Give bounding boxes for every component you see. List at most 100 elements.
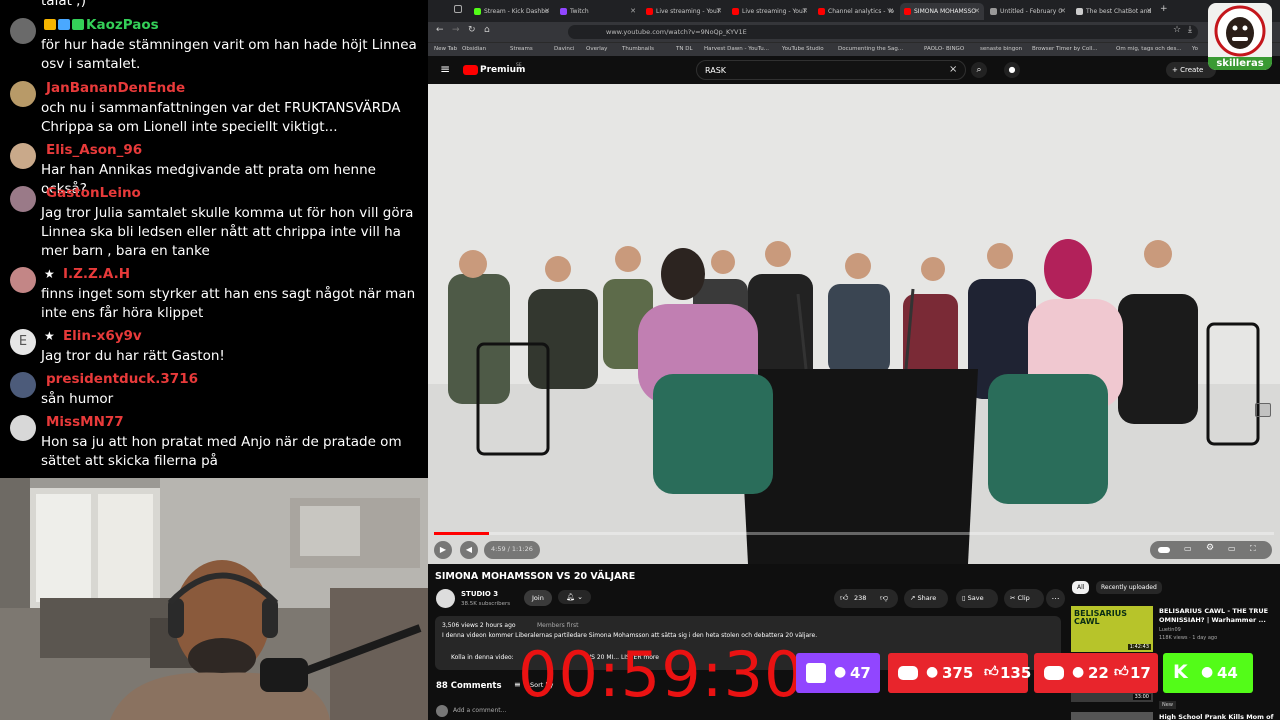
bookmark-item[interactable]: Om mig, tags och des... bbox=[1116, 46, 1182, 52]
crown-badge-icon bbox=[44, 19, 56, 30]
new-tab-icon[interactable]: + bbox=[1160, 4, 1168, 14]
close-tab-icon[interactable]: ✕ bbox=[1060, 7, 1066, 15]
save-label: Save bbox=[967, 594, 984, 602]
tab-actions-icon[interactable] bbox=[454, 5, 462, 13]
bookmark-item[interactable]: YouTube Studio bbox=[782, 46, 824, 52]
like-icon[interactable]: 👍︎ bbox=[840, 593, 848, 603]
kick-icon: K bbox=[1173, 661, 1188, 683]
chat-username-text: Elis_Ason_96 bbox=[46, 142, 143, 158]
subtitles-icon[interactable]: ▭ bbox=[1184, 544, 1192, 553]
close-tab-icon[interactable]: ✕ bbox=[802, 7, 808, 15]
youtube-logo-icon[interactable] bbox=[463, 65, 478, 75]
back-icon[interactable]: ← bbox=[436, 25, 444, 35]
browser-tab[interactable]: The best ChatBot and ✕ bbox=[1072, 3, 1156, 20]
search-box[interactable]: RASK × bbox=[696, 60, 966, 80]
channel-name[interactable]: STUDIO 3 bbox=[461, 590, 498, 598]
download-icon[interactable]: ⤓ bbox=[1188, 25, 1192, 35]
dislike-icon[interactable]: 👎︎ bbox=[880, 593, 888, 603]
viewer-pill: ● 47 bbox=[796, 653, 880, 693]
browser-tab[interactable]: SIMONA MOHAMSSO ✕ bbox=[900, 3, 984, 20]
browser-tab[interactable]: Untitled - February 0 ✕ bbox=[986, 3, 1070, 20]
clear-search-icon[interactable]: × bbox=[949, 64, 957, 75]
browser-tab[interactable]: Twitch ✕ bbox=[556, 3, 640, 20]
tab-label: The best ChatBot and bbox=[1086, 8, 1152, 15]
bookmark-item[interactable]: Thumbnails bbox=[622, 46, 654, 52]
letter-e-icon: E bbox=[10, 329, 36, 355]
browser-tab[interactable]: Live streaming - YouT ✕ bbox=[642, 3, 726, 20]
volume-icon[interactable]: ◀ bbox=[460, 541, 478, 559]
browser-tab[interactable]: Channel analytics - Yo ✕ bbox=[814, 3, 898, 20]
reload-icon[interactable]: ↻ bbox=[468, 25, 476, 35]
logo-label: skilleras bbox=[1208, 57, 1272, 70]
subscriber-count: 38.5K subscribers bbox=[461, 601, 511, 607]
filter-chip-recent[interactable]: Recently uploaded bbox=[1096, 581, 1162, 594]
home-icon[interactable]: ⌂ bbox=[484, 25, 490, 35]
tab-favicon-icon bbox=[990, 8, 997, 15]
close-tab-icon[interactable]: ✕ bbox=[1146, 7, 1152, 15]
url-field[interactable]: www.youtube.com/watch?v=9NoQp_KYV1E bbox=[568, 25, 1198, 39]
close-tab-icon[interactable]: ✕ bbox=[630, 7, 636, 15]
bookmark-item[interactable]: Obsidian bbox=[462, 46, 486, 52]
save-button[interactable]: ▯ Save bbox=[956, 589, 998, 608]
tab-favicon-icon bbox=[904, 8, 911, 15]
play-icon[interactable]: ▶ bbox=[434, 541, 452, 559]
recommended-title[interactable]: BELISARIUS CAWL - THE TRUE OMNISSIAH? | … bbox=[1159, 607, 1274, 625]
browser-tab[interactable]: Live streaming - YouT ✕ bbox=[728, 3, 812, 20]
more-actions-icon[interactable]: ⋯ bbox=[1046, 589, 1065, 608]
recommended-title[interactable]: High School Prank Kills Mom of bbox=[1159, 713, 1274, 720]
star-bookmark-icon[interactable]: ☆ bbox=[1173, 25, 1181, 35]
miniplayer-icon[interactable] bbox=[1255, 403, 1271, 417]
theater-icon[interactable]: ▭ bbox=[1228, 544, 1236, 553]
browser-tab[interactable]: Stream - Kick Dashbo ✕ bbox=[470, 3, 554, 20]
chat-username[interactable]: GastonLeino bbox=[46, 185, 141, 201]
menu-icon[interactable]: ≡ bbox=[440, 62, 450, 76]
viewer-count: 22 bbox=[1088, 664, 1109, 682]
fullscreen-icon[interactable]: ⛶ bbox=[1250, 544, 1256, 554]
bookmark-item[interactable]: New Tab bbox=[434, 46, 457, 52]
chat-username-text: MissMN77 bbox=[46, 414, 124, 430]
bookmark-item[interactable]: Harvest Dawn - YouTu... bbox=[704, 46, 769, 52]
mic-icon[interactable]: ● bbox=[1004, 62, 1020, 78]
bookmark-item[interactable]: Browser Timer by Coll... bbox=[1032, 46, 1098, 52]
share-button[interactable]: ↗ Share bbox=[904, 589, 948, 608]
close-tab-icon[interactable]: ✕ bbox=[544, 7, 550, 15]
add-comment-input[interactable]: Add a comment... bbox=[453, 707, 506, 714]
chat-message: presidentduck.3716 sån humor bbox=[0, 370, 428, 409]
bookmark-item[interactable]: TN DL bbox=[676, 46, 693, 52]
members-first-label: Members first bbox=[537, 622, 579, 629]
recommended-thumbnail[interactable]: BELISARIUS CAWL 1:42:43 bbox=[1071, 606, 1153, 652]
close-tab-icon[interactable]: ✕ bbox=[716, 7, 722, 15]
notification-bell-icon[interactable]: 🔔︎ ⌄ bbox=[558, 590, 591, 604]
chat-username[interactable]: MissMN77 bbox=[46, 414, 124, 430]
user-icon bbox=[10, 186, 36, 212]
channel-avatar[interactable] bbox=[436, 589, 455, 608]
bookmark-item[interactable]: Yo bbox=[1192, 46, 1198, 52]
bookmark-item[interactable]: Davinci bbox=[554, 46, 574, 52]
close-tab-icon[interactable]: ✕ bbox=[888, 7, 894, 15]
search-button-icon[interactable]: ⌕ bbox=[971, 62, 987, 78]
bookmark-item[interactable]: Streams bbox=[510, 46, 533, 52]
chat-username[interactable]: KaozPaos bbox=[44, 17, 159, 33]
bookmark-item[interactable]: senaste bingon bbox=[980, 46, 1022, 52]
chat-username[interactable]: Elis_Ason_96 bbox=[46, 142, 142, 158]
clip-button[interactable]: ✂ Clip bbox=[1004, 589, 1044, 608]
chat-username[interactable]: ★ I.Z.Z.A.H bbox=[44, 266, 130, 282]
filter-chip-all[interactable]: All bbox=[1072, 581, 1090, 594]
chat-username[interactable]: ★ Elin-x6y9v bbox=[44, 328, 142, 344]
recommended-thumbnail[interactable] bbox=[1071, 712, 1153, 720]
settings-icon[interactable]: ⚙ bbox=[1206, 543, 1214, 553]
bookmark-item[interactable]: Overlay bbox=[586, 46, 607, 52]
bookmark-item[interactable]: Documenting the Sag... bbox=[838, 46, 903, 52]
progress-bar[interactable] bbox=[434, 532, 1274, 535]
bookmark-item[interactable]: PAOLO- BINGO bbox=[924, 46, 964, 52]
video-player[interactable]: ▶ ◀ 4:59 / 1:1:26 ▭ ⚙ ▭ ⛶ bbox=[428, 84, 1280, 564]
chat-username[interactable]: presidentduck.3716 bbox=[46, 371, 198, 387]
search-input[interactable]: RASK bbox=[705, 66, 726, 75]
forward-icon[interactable]: → bbox=[452, 25, 460, 35]
join-button[interactable]: Join bbox=[524, 590, 552, 606]
close-tab-icon[interactable]: ✕ bbox=[974, 7, 980, 15]
chat-username[interactable]: JanBananDenEnde bbox=[46, 80, 185, 96]
autoplay-toggle-icon[interactable] bbox=[1158, 547, 1170, 553]
chat-username-text: Elin-x6y9v bbox=[62, 328, 142, 344]
share-icon: ↗ bbox=[910, 594, 918, 602]
